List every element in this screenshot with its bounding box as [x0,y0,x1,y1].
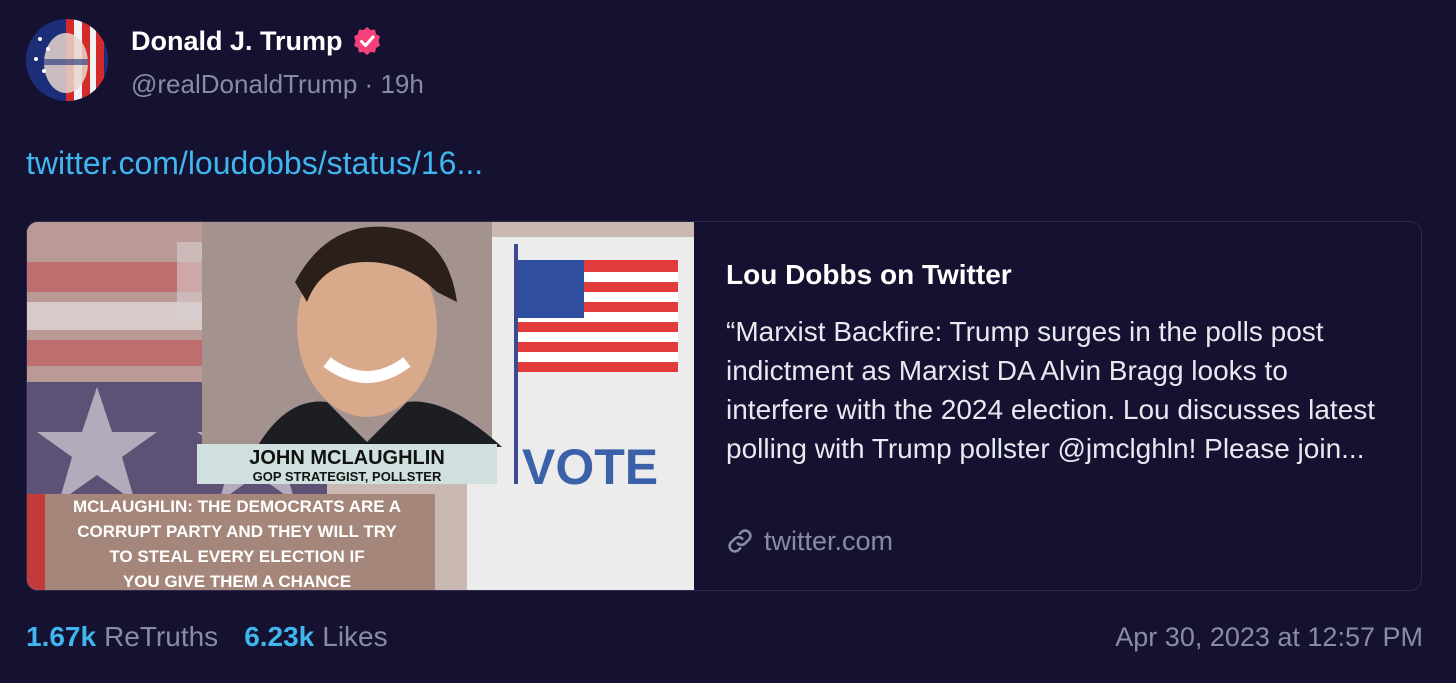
post-age[interactable]: 19h [380,69,423,99]
image-quote-line-4: YOU GIVE THEM A CHANCE [123,572,351,591]
likes-count: 6.23k [244,621,315,652]
handle[interactable]: @realDonaldTrump [131,69,357,99]
avatar[interactable] [26,19,108,101]
display-name-row[interactable]: Donald J. Trump [131,25,382,57]
image-quote-line-2: CORRUPT PARTY AND THEY WILL TRY [77,522,397,541]
link-preview-card[interactable]: JOHN MCLAUGHLIN GOP STRATEGIST, POLLSTER… [26,221,1422,591]
card-description: “Marxist Backfire: Trump surges in the p… [726,316,1376,464]
retruths-stat[interactable]: 1.67k ReTruths [26,619,218,655]
retruths-label: ReTruths [104,621,219,652]
likes-label: Likes [322,621,388,652]
card-image[interactable]: JOHN MCLAUGHLIN GOP STRATEGIST, POLLSTER… [27,222,694,591]
retruths-count: 1.67k [26,621,97,652]
card-domain-row: twitter.com [726,524,893,558]
image-quote-line-3: TO STEAL EVERY ELECTION IF [109,547,364,566]
separator: · [364,69,374,99]
likes-stat[interactable]: 6.23k Likes [244,619,387,655]
image-name-caption: JOHN MCLAUGHLIN [249,447,445,469]
post-stats: 1.67k ReTruths 6.23k Likes [26,619,388,655]
handle-row: @realDonaldTrump · 19h [131,68,424,100]
card-body[interactable]: Lou Dobbs on Twitter “Marxist Backfire: … [726,222,1401,590]
card-domain: twitter.com [764,526,894,556]
image-vote-sign: VOTE [522,439,658,495]
display-name[interactable]: Donald J. Trump [131,25,343,57]
post-timestamp[interactable]: Apr 30, 2023 at 12:57 PM [1115,619,1423,655]
post-link[interactable]: twitter.com/loudobbs/status/16... [26,143,483,183]
image-quote-line-1: MCLAUGHLIN: THE DEMOCRATS ARE A [73,497,401,516]
verified-badge-icon [352,26,382,56]
link-icon [728,529,752,553]
card-title[interactable]: Lou Dobbs on Twitter [726,258,1012,292]
image-role-caption: GOP STRATEGIST, POLLSTER [253,469,442,484]
